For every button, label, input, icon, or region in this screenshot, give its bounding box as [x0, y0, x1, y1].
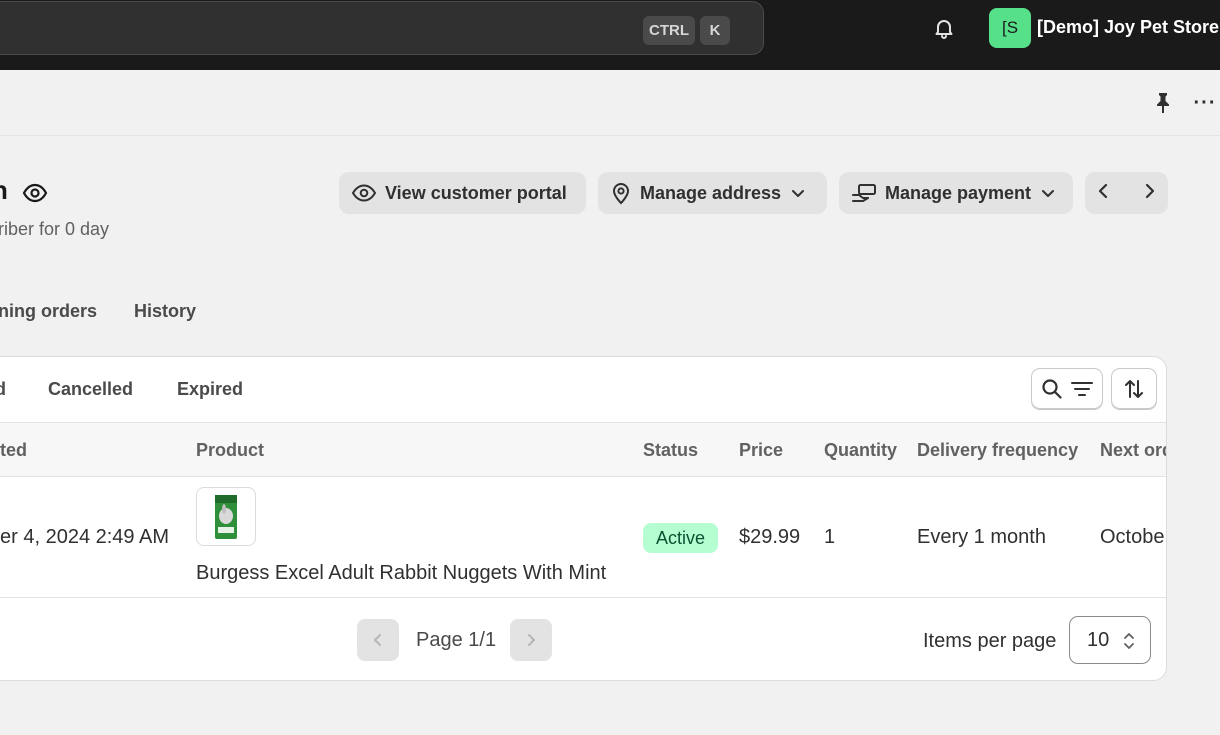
search-bar[interactable]: CTRL K — [0, 1, 764, 55]
kbd-ctrl: CTRL — [643, 16, 695, 45]
subscriber-duration: riber for 0 day — [0, 219, 110, 239]
table-header: ted Product Status Price Quantity Delive… — [0, 422, 1166, 477]
page-toolbar — [0, 70, 1220, 136]
kbd-k: K — [700, 16, 730, 45]
column-next-order[interactable]: Next ord — [1100, 440, 1166, 461]
cell-next-order: Octobe — [1100, 526, 1165, 548]
column-delivery-frequency[interactable]: Delivery frequency — [917, 440, 1078, 461]
product-thumbnail — [196, 487, 256, 546]
tab-upcoming-orders[interactable]: ning orders — [0, 301, 97, 322]
cell-quantity: 1 — [824, 526, 836, 548]
sort-icon — [1125, 379, 1143, 398]
search-filter-button[interactable] — [1031, 368, 1103, 409]
manage-address-label: Manage address — [640, 182, 782, 203]
column-status[interactable]: Status — [643, 440, 698, 461]
prev-page-button[interactable] — [357, 619, 399, 661]
chevron-down-icon — [1042, 190, 1055, 197]
column-product[interactable]: Product — [196, 440, 264, 461]
subscriptions-card: d Cancelled Expired ted Product Status P… — [0, 356, 1167, 681]
chevron-right-icon[interactable] — [1140, 182, 1158, 205]
location-pin-icon — [612, 183, 630, 205]
filter-tab-cancelled[interactable]: Cancelled — [48, 379, 133, 400]
chevron-down-icon — [792, 190, 805, 197]
select-chevrons-icon — [1124, 633, 1134, 649]
manage-payment-button[interactable]: Manage payment — [839, 172, 1073, 214]
filter-tab-expired[interactable]: Expired — [177, 379, 243, 400]
column-created[interactable]: ted — [0, 440, 27, 461]
manage-payment-label: Manage payment — [885, 182, 1032, 203]
items-per-page-select[interactable]: 10 — [1069, 616, 1151, 664]
column-price[interactable]: Price — [739, 440, 783, 461]
filter-icon — [1071, 381, 1093, 396]
pin-icon[interactable] — [1151, 91, 1175, 115]
filter-tab-partial[interactable]: d — [0, 379, 6, 400]
tab-history[interactable]: History — [134, 301, 196, 322]
store-name[interactable]: [Demo] Joy Pet Store — [1037, 17, 1219, 38]
record-nav-group — [1085, 172, 1168, 214]
cell-delivery-frequency: Every 1 month — [917, 526, 1046, 548]
view-customer-portal-button[interactable]: View customer portal — [339, 172, 586, 214]
store-avatar[interactable]: [S — [989, 8, 1031, 48]
eye-icon[interactable] — [22, 180, 48, 206]
page-indicator: Page 1/1 — [416, 629, 497, 651]
manage-address-button[interactable]: Manage address — [598, 172, 827, 214]
table-row[interactable]: er 4, 2024 2:49 AM Burgess Excel Adult R… — [0, 477, 1166, 598]
items-per-page-label: Items per page — [923, 630, 1057, 652]
bell-icon[interactable] — [930, 14, 958, 42]
cell-price: $29.99 — [739, 526, 801, 548]
cell-product-name[interactable]: Burgess Excel Adult Rabbit Nuggets With … — [196, 562, 606, 585]
next-page-button[interactable] — [510, 619, 552, 661]
chevron-right-icon — [528, 634, 535, 646]
payment-hand-icon — [852, 184, 876, 202]
eye-icon — [351, 184, 377, 202]
column-quantity[interactable]: Quantity — [824, 440, 897, 461]
chevron-left-icon — [374, 634, 381, 646]
cell-created: er 4, 2024 2:49 AM — [0, 526, 170, 548]
sort-button[interactable] — [1111, 368, 1157, 409]
search-icon — [1042, 378, 1062, 399]
chevron-left-icon[interactable] — [1095, 182, 1113, 205]
more-icon[interactable]: ··· — [1190, 91, 1220, 115]
view-customer-portal-label: View customer portal — [385, 182, 567, 203]
page-title: n — [0, 175, 8, 206]
status-badge: Active — [643, 523, 719, 553]
top-bar: CTRL K [S [Demo] Joy Pet Store — [0, 0, 1220, 70]
items-per-page-value: 10 — [1087, 628, 1110, 651]
